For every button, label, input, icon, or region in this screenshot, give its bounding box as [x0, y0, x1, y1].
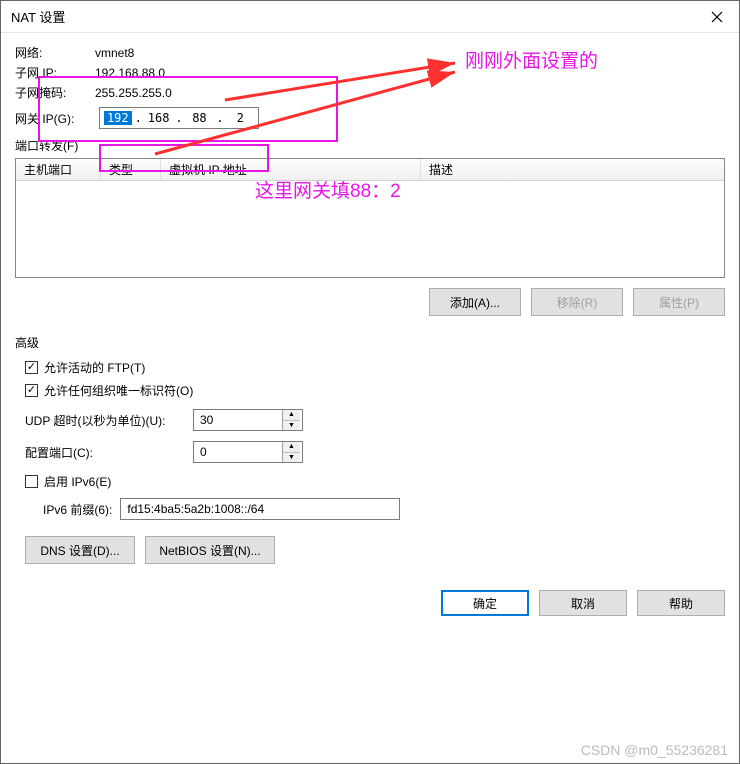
ipv6-label: 启用 IPv6(E) [44, 473, 111, 490]
port-forwarding-table[interactable]: 主机端口 类型 虚拟机 IP 地址 描述 [15, 158, 725, 278]
gateway-oct3[interactable]: 88 [186, 111, 214, 125]
ftp-checkbox[interactable] [25, 361, 38, 374]
close-button[interactable] [694, 1, 739, 33]
spin-down-icon[interactable]: ▼ [283, 421, 300, 431]
gateway-oct1[interactable]: 192 [104, 111, 132, 125]
col-host-port[interactable]: 主机端口 [16, 159, 101, 180]
spin-up-icon[interactable]: ▲ [283, 442, 300, 453]
config-port-label: 配置端口(C): [25, 444, 185, 461]
col-vm-ip[interactable]: 虚拟机 IP 地址 [161, 159, 421, 180]
subnet-ip-label: 子网 IP: [15, 64, 95, 81]
port-forwarding-label: 端口转发(F) [15, 137, 725, 154]
ipv6-prefix-label: IPv6 前缀(6): [43, 501, 112, 518]
ipv6-prefix-input[interactable]: fd15:4ba5:5a2b:1008::/64 [120, 498, 400, 520]
gateway-oct4[interactable]: 2 [226, 111, 254, 125]
config-port-spinner[interactable]: ▲▼ [193, 441, 303, 463]
config-port-input[interactable] [194, 442, 282, 462]
advanced-label: 高级 [15, 334, 725, 351]
ok-button[interactable]: 确定 [441, 590, 529, 616]
remove-button: 移除(R) [531, 288, 623, 316]
properties-button: 属性(P) [633, 288, 725, 316]
ftp-label: 允许活动的 FTP(T) [44, 359, 145, 376]
ipv6-checkbox[interactable] [25, 475, 38, 488]
oui-label: 允许任何组织唯一标识符(O) [44, 382, 193, 399]
oui-checkbox[interactable] [25, 384, 38, 397]
cancel-button[interactable]: 取消 [539, 590, 627, 616]
add-button[interactable]: 添加(A)... [429, 288, 521, 316]
subnet-mask-value: 255.255.255.0 [95, 86, 172, 100]
gateway-oct2[interactable]: 168 [145, 111, 173, 125]
dns-settings-button[interactable]: DNS 设置(D)... [25, 536, 135, 564]
udp-timeout-input[interactable] [194, 410, 282, 430]
udp-timeout-spinner[interactable]: ▲▼ [193, 409, 303, 431]
spin-down-icon[interactable]: ▼ [283, 453, 300, 463]
subnet-ip-value: 192.168.88.0 [95, 66, 165, 80]
window-title: NAT 设置 [11, 7, 65, 26]
col-desc[interactable]: 描述 [421, 159, 724, 180]
network-label: 网络: [15, 44, 95, 61]
gateway-ip-input[interactable]: 192. 168. 88. 2 [99, 107, 259, 129]
netbios-settings-button[interactable]: NetBIOS 设置(N)... [145, 536, 275, 564]
col-type[interactable]: 类型 [101, 159, 161, 180]
table-header: 主机端口 类型 虚拟机 IP 地址 描述 [16, 159, 724, 181]
close-icon [711, 11, 723, 23]
help-button[interactable]: 帮助 [637, 590, 725, 616]
network-value: vmnet8 [95, 46, 134, 60]
watermark: CSDN @m0_55236281 [581, 742, 728, 758]
subnet-mask-label: 子网掩码: [15, 84, 95, 101]
gateway-label: 网关 IP(G): [15, 110, 99, 127]
udp-timeout-label: UDP 超时(以秒为单位)(U): [25, 412, 185, 429]
spin-up-icon[interactable]: ▲ [283, 410, 300, 421]
